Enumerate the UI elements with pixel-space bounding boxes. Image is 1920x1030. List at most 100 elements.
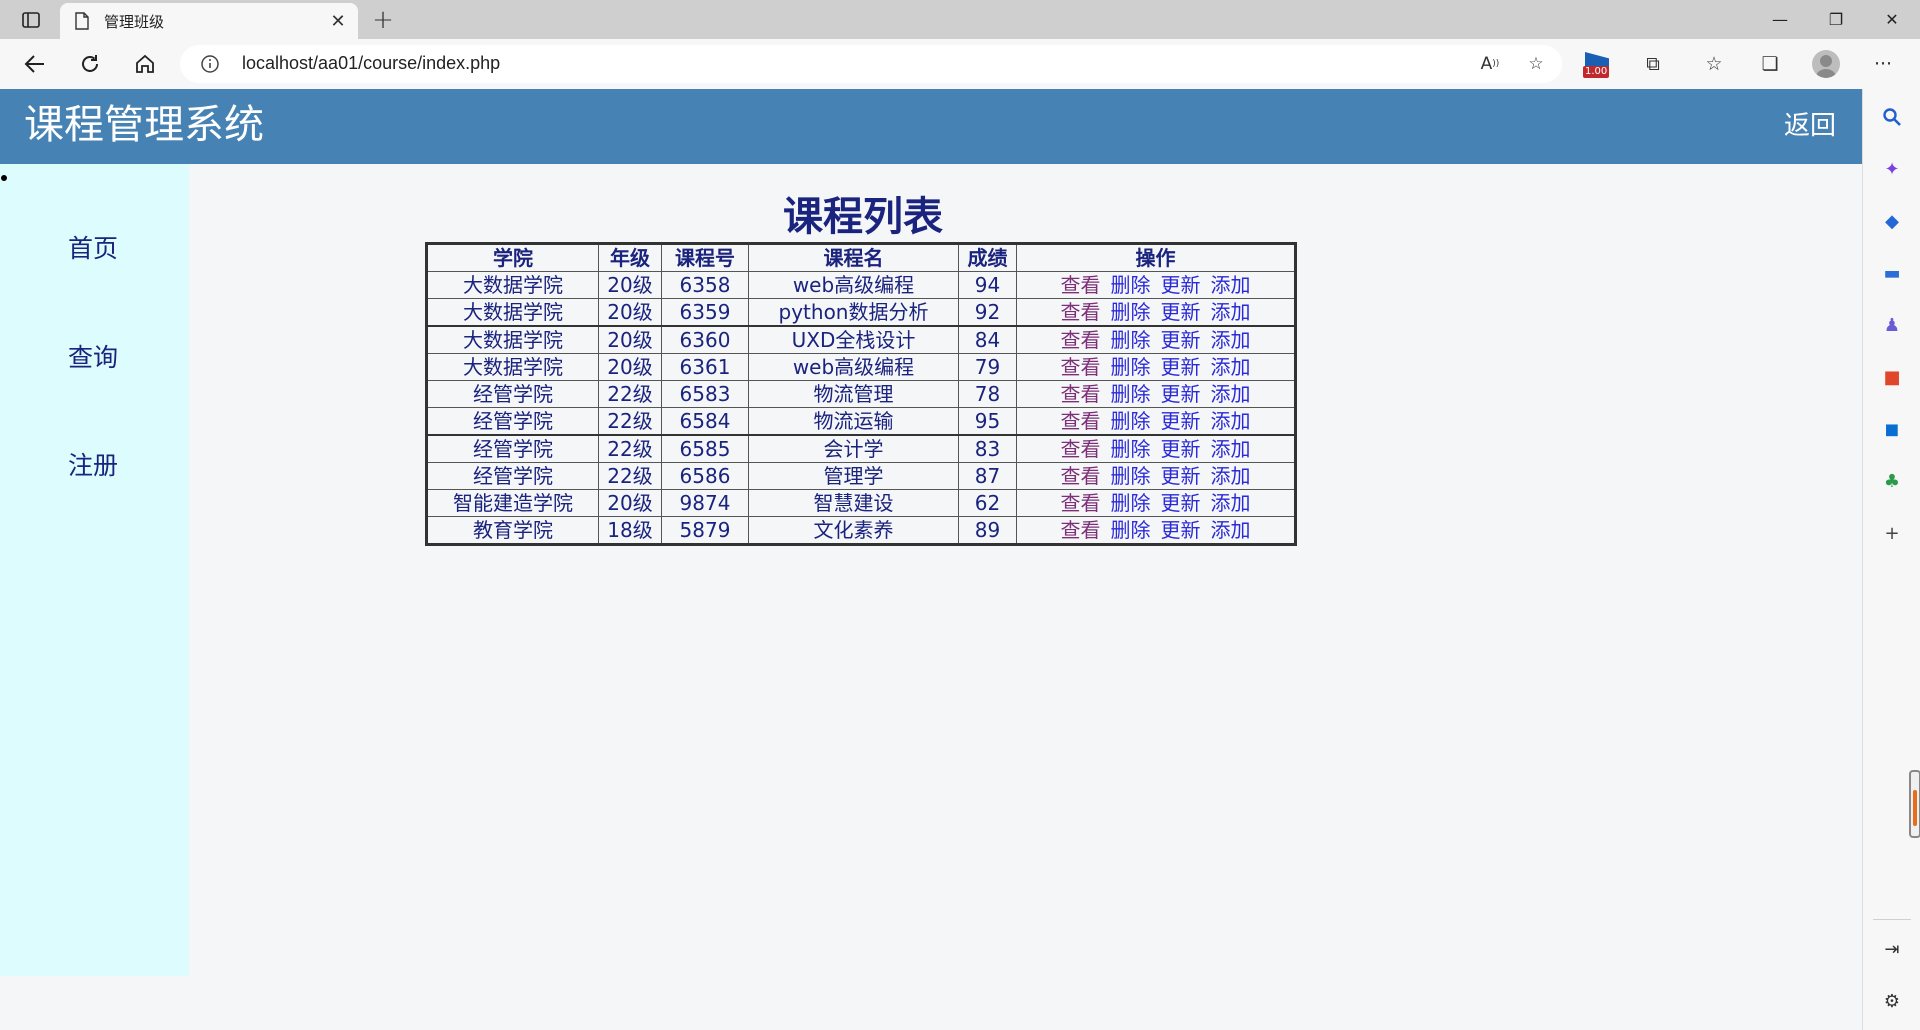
collections-icon[interactable]: ❏: [1753, 48, 1787, 80]
browser-tab-active[interactable]: 管理班级 ✕: [60, 3, 358, 39]
view-link[interactable]: 查看: [1061, 300, 1101, 324]
cell-college: 经管学院: [426, 462, 599, 490]
tab-close-icon[interactable]: ✕: [324, 7, 352, 35]
update-link[interactable]: 更新: [1161, 437, 1201, 461]
cell-score: 83: [958, 434, 1017, 463]
site-info-icon[interactable]: [200, 54, 220, 74]
view-link[interactable]: 查看: [1061, 518, 1101, 542]
update-link[interactable]: 更新: [1161, 328, 1201, 352]
minimize-button[interactable]: —: [1752, 0, 1808, 39]
search-icon[interactable]: [1880, 105, 1904, 129]
delete-link[interactable]: 删除: [1111, 491, 1151, 515]
delete-link[interactable]: 删除: [1111, 437, 1151, 461]
cell-college: 智能建造学院: [426, 489, 599, 517]
update-link[interactable]: 更新: [1161, 355, 1201, 379]
add-link[interactable]: 添加: [1211, 382, 1251, 406]
add-link[interactable]: 添加: [1211, 273, 1251, 297]
add-sidebar-icon[interactable]: +: [1880, 521, 1904, 545]
add-link[interactable]: 添加: [1211, 355, 1251, 379]
settings-gear-icon[interactable]: ⚙: [1880, 989, 1904, 1013]
new-tab-button[interactable]: +: [368, 5, 398, 35]
tree-icon[interactable]: ♣: [1880, 469, 1904, 493]
url-text[interactable]: localhost/aa01/course/index.php: [242, 53, 500, 74]
copilot-sparkle-icon[interactable]: ✦: [1880, 157, 1904, 181]
back-link[interactable]: 返回: [1784, 109, 1836, 143]
nav-item-home[interactable]: 首页: [68, 233, 118, 265]
cell-course-id: 5879: [661, 516, 749, 545]
delete-link[interactable]: 删除: [1111, 409, 1151, 433]
update-link[interactable]: 更新: [1161, 518, 1201, 542]
update-link[interactable]: 更新: [1161, 300, 1201, 324]
add-link[interactable]: 添加: [1211, 300, 1251, 324]
add-link[interactable]: 添加: [1211, 491, 1251, 515]
column-header: 年级: [598, 243, 662, 272]
update-link[interactable]: 更新: [1161, 491, 1201, 515]
address-bar[interactable]: localhost/aa01/course/index.php A)) ☆: [180, 45, 1562, 83]
delete-link[interactable]: 删除: [1111, 300, 1151, 324]
tab-actions-icon[interactable]: [12, 7, 50, 33]
delete-link[interactable]: 删除: [1111, 355, 1151, 379]
cell-grade: 20级: [598, 271, 662, 299]
cell-course-name: 物流运输: [748, 407, 959, 436]
favorite-star-icon[interactable]: ☆: [1524, 53, 1548, 75]
add-link[interactable]: 添加: [1211, 437, 1251, 461]
delete-link[interactable]: 删除: [1111, 273, 1151, 297]
view-link[interactable]: 查看: [1061, 409, 1101, 433]
refresh-icon[interactable]: [73, 48, 107, 80]
view-link[interactable]: 查看: [1061, 382, 1101, 406]
cell-actions: 查看 删除 更新 添加: [1016, 516, 1296, 545]
edge-sidebar: ✦ ◆ ▬ ♟ ■ ◼ ♣ + ⇥ ⚙: [1862, 89, 1920, 1030]
nav-item-register[interactable]: 注册: [68, 450, 118, 482]
hide-sidebar-icon[interactable]: ⇥: [1880, 937, 1904, 961]
delete-link[interactable]: 删除: [1111, 518, 1151, 542]
add-link[interactable]: 添加: [1211, 518, 1251, 542]
tools-briefcase-icon[interactable]: ▬: [1880, 261, 1904, 285]
delete-link[interactable]: 删除: [1111, 328, 1151, 352]
view-link[interactable]: 查看: [1061, 464, 1101, 488]
view-link[interactable]: 查看: [1061, 328, 1101, 352]
office-icon[interactable]: ■: [1880, 365, 1904, 389]
extension-badge-icon[interactable]: 1.00: [1580, 50, 1616, 80]
shopping-tag-icon[interactable]: ◆: [1880, 209, 1904, 233]
outlook-icon[interactable]: ◼: [1880, 417, 1904, 441]
more-options-icon[interactable]: ···: [1866, 48, 1900, 80]
table-row: 经管学院 22级 6583 物流管理 78 查看 删除 更新 添加: [426, 380, 1296, 408]
scrollbar-thumb[interactable]: [1909, 770, 1920, 838]
view-link[interactable]: 查看: [1061, 355, 1101, 379]
cell-actions: 查看 删除 更新 添加: [1016, 407, 1296, 436]
delete-link[interactable]: 删除: [1111, 464, 1151, 488]
cell-score: 62: [958, 489, 1017, 517]
games-icon[interactable]: ♟: [1880, 313, 1904, 337]
read-aloud-icon[interactable]: A)): [1478, 53, 1502, 75]
add-link[interactable]: 添加: [1211, 464, 1251, 488]
restore-button[interactable]: ❐: [1808, 0, 1864, 39]
cell-score: 89: [958, 516, 1017, 545]
extensions-puzzle-icon[interactable]: ⧉: [1636, 48, 1670, 80]
cell-grade: 18级: [598, 516, 662, 545]
nav-item-query[interactable]: 查询: [68, 342, 118, 374]
home-icon[interactable]: [128, 48, 162, 80]
back-arrow-icon[interactable]: [18, 48, 52, 80]
update-link[interactable]: 更新: [1161, 464, 1201, 488]
add-link[interactable]: 添加: [1211, 328, 1251, 352]
delete-link[interactable]: 删除: [1111, 382, 1151, 406]
update-link[interactable]: 更新: [1161, 382, 1201, 406]
cell-actions: 查看 删除 更新 添加: [1016, 298, 1296, 327]
update-link[interactable]: 更新: [1161, 409, 1201, 433]
page-icon: [75, 12, 89, 30]
add-link[interactable]: 添加: [1211, 409, 1251, 433]
column-header: 课程名: [748, 243, 959, 272]
cell-actions: 查看 删除 更新 添加: [1016, 434, 1296, 463]
favorites-icon[interactable]: ☆: [1697, 48, 1731, 80]
view-link[interactable]: 查看: [1061, 437, 1101, 461]
cell-course-name: 会计学: [748, 434, 959, 463]
update-link[interactable]: 更新: [1161, 273, 1201, 297]
column-header: 操作: [1016, 243, 1296, 272]
close-window-button[interactable]: ✕: [1864, 0, 1920, 39]
cell-course-id: 6360: [661, 325, 749, 354]
profile-avatar[interactable]: [1812, 50, 1840, 78]
cell-actions: 查看 删除 更新 添加: [1016, 271, 1296, 299]
cell-score: 94: [958, 271, 1017, 299]
view-link[interactable]: 查看: [1061, 273, 1101, 297]
view-link[interactable]: 查看: [1061, 491, 1101, 515]
